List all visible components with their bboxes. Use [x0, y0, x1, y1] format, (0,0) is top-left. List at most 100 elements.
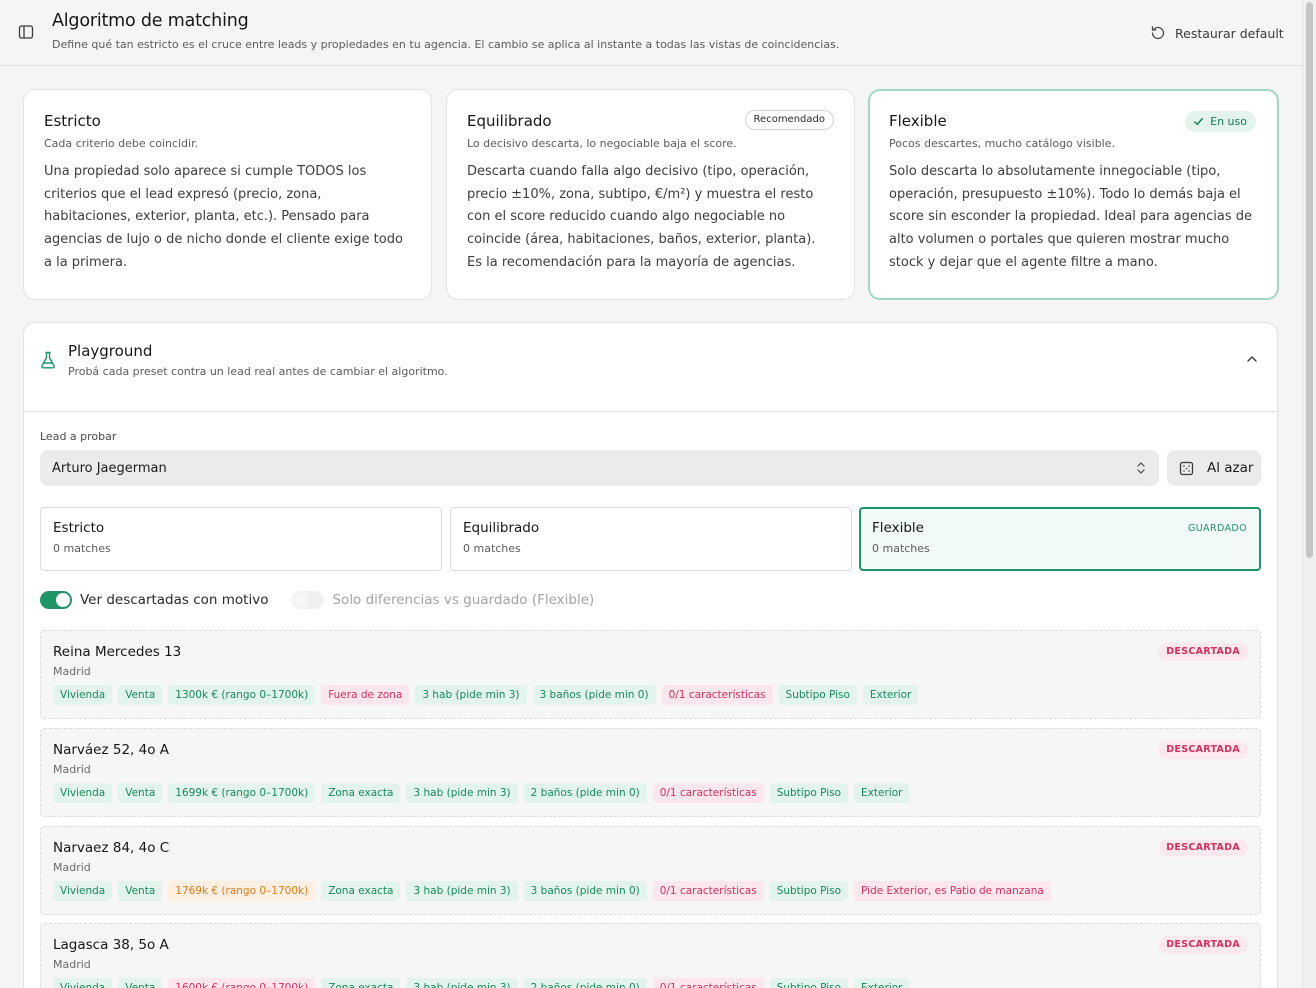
lead-select-value: Arturo Jaegerman	[52, 460, 167, 476]
preset-card-flexible[interactable]: Flexible En uso Pocos descartes, mucho c…	[868, 89, 1279, 300]
result-tile-name: Estricto	[53, 520, 105, 536]
lead-label: Lead a probar	[40, 430, 117, 443]
result-tile-name: Equilibrado	[463, 520, 540, 536]
page-title: Algoritmo de matching	[52, 11, 249, 31]
only-differences-toggle[interactable]	[292, 591, 325, 609]
lead-select[interactable]: Arturo Jaegerman	[40, 450, 1159, 486]
criteria-chip: Venta	[118, 783, 163, 803]
criteria-chip: Subtipo Piso	[769, 783, 849, 803]
criteria-chip: Exterior	[862, 685, 919, 705]
preset-subtitle: Lo decisivo descarta, lo negociable baja…	[467, 137, 737, 150]
criteria-chip: 0/1 características	[661, 685, 773, 705]
page-subtitle: Define qué tan estricto es el cruce entr…	[52, 38, 840, 51]
preset-card-equilibrado[interactable]: Equilibrado Recomendado Lo decisivo desc…	[446, 89, 855, 300]
property-city: Madrid	[53, 958, 91, 971]
page-header: Algoritmo de matching Define qué tan est…	[0, 0, 1302, 66]
status-badge: DESCARTADA	[1158, 839, 1248, 857]
criteria-chip: Vivienda	[53, 685, 113, 705]
criteria-chip: 3 hab (pide min 3)	[406, 783, 518, 803]
in-use-badge: En uso	[1185, 111, 1256, 132]
criteria-chip: Exterior	[854, 978, 910, 988]
status-badge: DESCARTADA	[1158, 741, 1248, 759]
preset-title: Estricto	[44, 112, 101, 130]
status-badge: DESCARTADA	[1158, 643, 1248, 661]
result-tile-count: 0 matches	[463, 542, 521, 555]
show-discarded-toggle[interactable]	[40, 591, 72, 609]
criteria-chip: 0/1 características	[652, 978, 764, 988]
criteria-chip: Vivienda	[53, 978, 113, 988]
criteria-chip: Subtipo Piso	[778, 685, 857, 705]
criteria-chips: Vivienda Venta 1699k € (rango 0–1700k) Zona…	[53, 783, 910, 803]
property-title: Lagasca 38, 5o A	[53, 937, 169, 953]
criteria-chip: Subtipo Piso	[769, 978, 849, 988]
criteria-chip: Zona exacta	[321, 881, 401, 901]
restore-default-label: Restaurar default	[1175, 25, 1284, 41]
property-title: Narvaez 84, 4o C	[53, 840, 170, 856]
criteria-chip: Vivienda	[53, 881, 113, 901]
criteria-chips: Vivienda Venta 1600k € (rango 0–1700k) Zona…	[53, 978, 910, 988]
chevron-up-icon[interactable]	[1245, 352, 1259, 366]
preset-subtitle: Cada criterio debe coincidir.	[44, 137, 199, 150]
result-tile-count: 0 matches	[872, 542, 930, 555]
criteria-chip: Exterior	[854, 783, 910, 803]
criteria-chip: 1300k € (rango 0–1700k)	[168, 685, 316, 705]
criteria-chip: Zona exacta	[321, 783, 401, 803]
result-tile-flexible[interactable]: Flexible 0 matches GUARDADO	[859, 507, 1261, 571]
property-card[interactable]: Lagasca 38, 5o A Madrid DESCARTADA Vivienda…	[40, 923, 1261, 988]
criteria-chip: Subtipo Piso	[769, 881, 849, 901]
scrollbar-thumb[interactable]	[1306, 2, 1313, 558]
preset-card-estricto[interactable]: Estricto Cada criterio debe coincidir. U…	[23, 89, 432, 300]
page-scrollbar[interactable]	[1302, 0, 1316, 988]
status-badge: DESCARTADA	[1158, 936, 1248, 954]
criteria-chip: 3 hab (pide min 3)	[415, 685, 527, 705]
result-tile-equilibrado[interactable]: Equilibrado 0 matches	[450, 507, 852, 571]
criteria-chip: Venta	[118, 978, 163, 988]
random-lead-button[interactable]: Al azar	[1167, 450, 1261, 486]
criteria-chip: Zona exacta	[321, 978, 401, 988]
property-city: Madrid	[53, 665, 91, 678]
criteria-chip: 2 baños (pide min 0)	[523, 783, 647, 803]
result-tile-count: 0 matches	[53, 542, 111, 555]
property-title: Narváez 52, 4o A	[53, 742, 170, 758]
criteria-chips: Vivienda Venta 1769k € (rango 0–1700k) Zona…	[53, 881, 1051, 901]
criteria-chips: Vivienda Venta 1300k € (rango 0–1700k) Fuer…	[53, 685, 919, 705]
only-differences-label: Solo diferencias vs guardado (Flexible)	[332, 592, 595, 608]
criteria-chip: Vivienda	[53, 783, 113, 803]
criteria-chip: 3 baños (pide min 0)	[532, 685, 656, 705]
criteria-chip: 3 baños (pide min 0)	[523, 881, 647, 901]
criteria-chip: 0/1 características	[652, 783, 764, 803]
criteria-chip: 3 hab (pide min 3)	[406, 881, 518, 901]
criteria-chip: 1769k € (rango 0–1700k)	[168, 881, 316, 901]
playground-header[interactable]: Playground Probá cada preset contra un l…	[24, 323, 1277, 412]
preset-subtitle: Pocos descartes, mucho catálogo visible.	[889, 137, 1115, 150]
check-icon	[1194, 118, 1203, 125]
property-card[interactable]: Reina Mercedes 13 Madrid DESCARTADA Viviend…	[40, 630, 1261, 719]
property-title: Reina Mercedes 13	[53, 644, 182, 660]
property-card[interactable]: Narváez 52, 4o A Madrid DESCARTADA Vivienda…	[40, 728, 1261, 817]
result-tile-estricto[interactable]: Estricto 0 matches	[40, 507, 442, 571]
chevrons-up-down-icon	[1137, 462, 1145, 474]
property-city: Madrid	[53, 861, 91, 874]
criteria-chip: Fuera de zona	[321, 685, 410, 705]
preset-description: Descarta cuando falla algo decisivo (tip…	[467, 164, 816, 270]
criteria-chip: 1600k € (rango 0–1700k)	[168, 978, 316, 988]
property-card[interactable]: Narvaez 84, 4o C Madrid DESCARTADA Vivienda…	[40, 826, 1261, 915]
criteria-chip: 1699k € (rango 0–1700k)	[168, 783, 316, 803]
playground-subtitle: Probá cada preset contra un lead real an…	[68, 365, 448, 378]
restore-default-button[interactable]: Restaurar default	[1150, 23, 1284, 43]
criteria-chip: Pide Exterior, es Patio de manzana	[854, 881, 1051, 901]
sidebar-panel-icon[interactable]	[18, 24, 34, 40]
criteria-chip: 3 hab (pide min 3)	[406, 978, 518, 988]
playground-panel: Playground Probá cada preset contra un l…	[23, 322, 1278, 988]
recommended-badge: Recomendado	[744, 110, 834, 130]
criteria-chip: 2 baños (pide min 0)	[523, 978, 647, 988]
preset-description: Solo descarta lo absolutamente innegocia…	[889, 164, 1253, 270]
rotate-ccw-icon	[1151, 26, 1165, 40]
criteria-chip: 0/1 características	[652, 881, 764, 901]
playground-title: Playground	[68, 342, 153, 360]
toggle-row: Ver descartadas con motivo Solo diferenc…	[40, 591, 594, 609]
preset-description: Una propiedad solo aparece si cumple TOD…	[44, 164, 403, 270]
show-discarded-label: Ver descartadas con motivo	[80, 592, 269, 608]
in-use-label: En uso	[1210, 115, 1247, 128]
dice-icon	[1179, 461, 1194, 475]
